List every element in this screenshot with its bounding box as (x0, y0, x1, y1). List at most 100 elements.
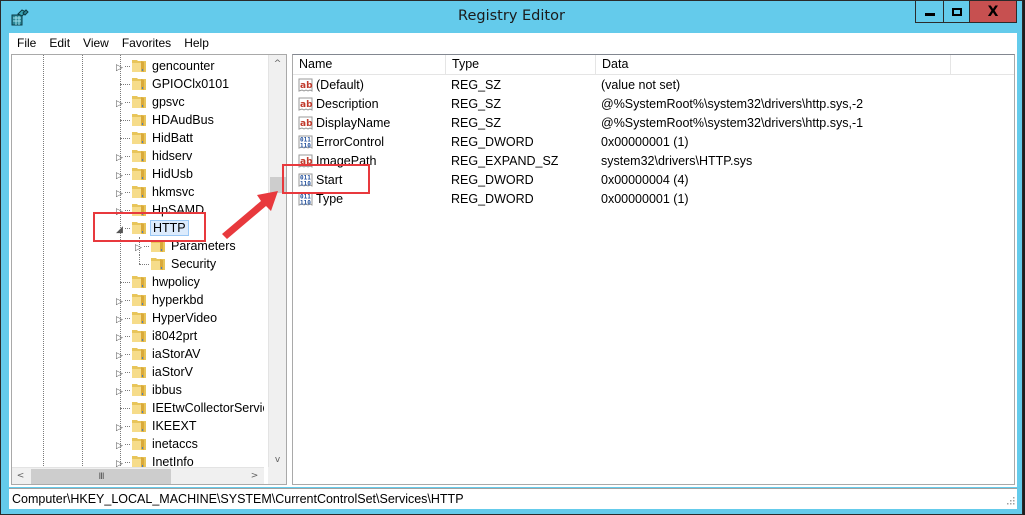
tree-node[interactable]: ▷ IKEEXT (12, 417, 264, 435)
tree-connector (144, 246, 149, 247)
tree-connector (125, 174, 130, 175)
scroll-thumb-horizontal[interactable]: III (31, 469, 171, 484)
scroll-left-button[interactable]: < (12, 468, 29, 484)
key-tree: ▷ gencounter GPIOClx0101 ▷ gpsvc HDAudBus HidB… (12, 55, 264, 468)
menu-view[interactable]: View (83, 36, 109, 50)
tree-node[interactable]: IEEtwCollectorService (12, 399, 264, 417)
tree-node-label[interactable]: Security (169, 256, 218, 272)
tree-node[interactable]: ▷ i8042prt (12, 327, 264, 345)
scroll-down-button[interactable]: v (269, 451, 286, 468)
folder-icon (132, 438, 146, 450)
expand-arrow-icon[interactable]: ▷ (116, 296, 124, 306)
tree-node-label[interactable]: InetInfo (150, 454, 196, 468)
tree-node[interactable]: ▷ hyperkbd (12, 291, 264, 309)
tree-node[interactable]: ▷ inetaccs (12, 435, 264, 453)
tree-node-label[interactable]: hidserv (150, 148, 194, 164)
scroll-up-button[interactable]: ^ (269, 55, 286, 72)
tree-node-label[interactable]: GPIOClx0101 (150, 76, 231, 92)
column-header-data[interactable]: Data (596, 55, 951, 74)
tree-node[interactable]: ▷ ibbus (12, 381, 264, 399)
value-type: REG_DWORD (451, 192, 534, 206)
tree-node[interactable]: ▷ gencounter (12, 57, 264, 75)
menu-edit[interactable]: Edit (49, 36, 70, 50)
value-name: Description (316, 97, 379, 111)
tree-node[interactable]: Security (12, 255, 264, 273)
value-data: 0x00000004 (4) (601, 173, 689, 187)
tree-node[interactable]: ▷ iaStorV (12, 363, 264, 381)
tree-node-label[interactable]: gpsvc (150, 94, 187, 110)
maximize-button[interactable] (944, 1, 970, 22)
highlight-box-http-key (93, 212, 206, 242)
expand-arrow-icon[interactable]: ▷ (116, 332, 124, 342)
title-bar[interactable]: Registry Editor X (1, 1, 1022, 33)
tree-connector (139, 255, 140, 264)
tree-node-label[interactable]: i8042prt (150, 328, 199, 344)
expand-arrow-icon[interactable]: ▷ (116, 386, 124, 396)
folder-icon (132, 132, 146, 144)
tree-node-label[interactable]: IKEEXT (150, 418, 198, 434)
value-row[interactable]: 011 110 ErrorControl REG_DWORD 0x00000001 (1… (293, 133, 1014, 152)
value-row[interactable]: 011 110 Start REG_DWORD 0x00000004 (4) (293, 171, 1014, 190)
tree-horizontal-scrollbar[interactable]: < III > (12, 467, 264, 484)
tree-node-label[interactable]: hwpolicy (150, 274, 202, 290)
expand-arrow-icon[interactable]: ▷ (116, 188, 124, 198)
minimize-button[interactable] (916, 1, 944, 22)
column-header-type[interactable]: Type (446, 55, 596, 74)
values-list-pane: Name Type Data ab (Default) REG_SZ (value n… (292, 54, 1015, 485)
tree-node[interactable]: ▷ gpsvc (12, 93, 264, 111)
folder-icon (132, 186, 146, 198)
tree-connector (125, 336, 130, 337)
tree-node-label[interactable]: IEEtwCollectorService (150, 400, 264, 416)
tree-node-label[interactable]: hkmsvc (150, 184, 196, 200)
tree-node-label[interactable]: HyperVideo (150, 310, 219, 326)
menu-help[interactable]: Help (184, 36, 209, 50)
tree-node[interactable]: ▷ iaStorAV (12, 345, 264, 363)
menu-favorites[interactable]: Favorites (122, 36, 171, 50)
tree-node[interactable]: ▷ hidserv (12, 147, 264, 165)
tree-node[interactable]: ▷ HyperVideo (12, 309, 264, 327)
tree-node-label[interactable]: ibbus (150, 382, 184, 398)
expand-arrow-icon[interactable]: ▷ (116, 170, 124, 180)
tree-node-label[interactable]: HDAudBus (150, 112, 216, 128)
tree-node-label[interactable]: gencounter (150, 58, 217, 74)
tree-node[interactable]: HidBatt (12, 129, 264, 147)
scroll-right-button[interactable]: > (246, 468, 263, 484)
value-row[interactable]: 011 110 Type REG_DWORD 0x00000001 (1) (293, 190, 1014, 209)
folder-icon (132, 456, 146, 468)
column-header-name[interactable]: Name (293, 55, 446, 74)
expand-arrow-icon[interactable]: ▷ (116, 422, 124, 432)
expand-arrow-icon[interactable]: ▷ (116, 368, 124, 378)
folder-icon (132, 60, 146, 72)
expand-arrow-icon[interactable]: ▷ (116, 98, 124, 108)
folder-icon (132, 384, 146, 396)
tree-connector (125, 300, 130, 301)
value-data: @%SystemRoot%\system32\drivers\http.sys,… (601, 97, 864, 111)
menu-file[interactable]: File (17, 36, 36, 50)
tree-node-label[interactable]: HidBatt (150, 130, 195, 146)
resize-grip-icon[interactable] (1005, 497, 1015, 507)
expand-arrow-icon[interactable]: ▷ (116, 314, 124, 324)
tree-node-label[interactable]: HidUsb (150, 166, 195, 182)
tree-node[interactable]: GPIOClx0101 (12, 75, 264, 93)
chevron-down-icon: v (274, 454, 281, 465)
expand-arrow-icon[interactable]: ▷ (116, 152, 124, 162)
close-button[interactable]: X (970, 1, 1016, 22)
tree-vertical-scrollbar[interactable]: ^ v (268, 55, 286, 468)
tree-node[interactable]: HDAudBus (12, 111, 264, 129)
value-row[interactable]: ab Description REG_SZ @%SystemRoot%\system3… (293, 95, 1014, 114)
expand-arrow-icon[interactable]: ▷ (116, 350, 124, 360)
tree-connector (120, 282, 130, 283)
tree-node-label[interactable]: iaStorV (150, 364, 195, 380)
tree-node[interactable]: hwpolicy (12, 273, 264, 291)
expand-arrow-icon[interactable]: ▷ (116, 62, 124, 72)
tree-node-label[interactable]: inetaccs (150, 436, 200, 452)
tree-node-label[interactable]: iaStorAV (150, 346, 202, 362)
tree-node-label[interactable]: hyperkbd (150, 292, 205, 308)
expand-arrow-icon[interactable]: ▷ (116, 440, 124, 450)
tree-node[interactable]: ▷ InetInfo (12, 453, 264, 468)
value-data: 0x00000001 (1) (601, 135, 689, 149)
value-row[interactable]: ab DisplayName REG_SZ @%SystemRoot%\system3… (293, 114, 1014, 133)
current-key-path: Computer\HKEY_LOCAL_MACHINE\SYSTEM\Curre… (12, 492, 464, 506)
value-row[interactable]: ab ImagePath REG_EXPAND_SZ system32\drivers… (293, 152, 1014, 171)
value-row[interactable]: ab (Default) REG_SZ (value not set) (293, 76, 1014, 95)
